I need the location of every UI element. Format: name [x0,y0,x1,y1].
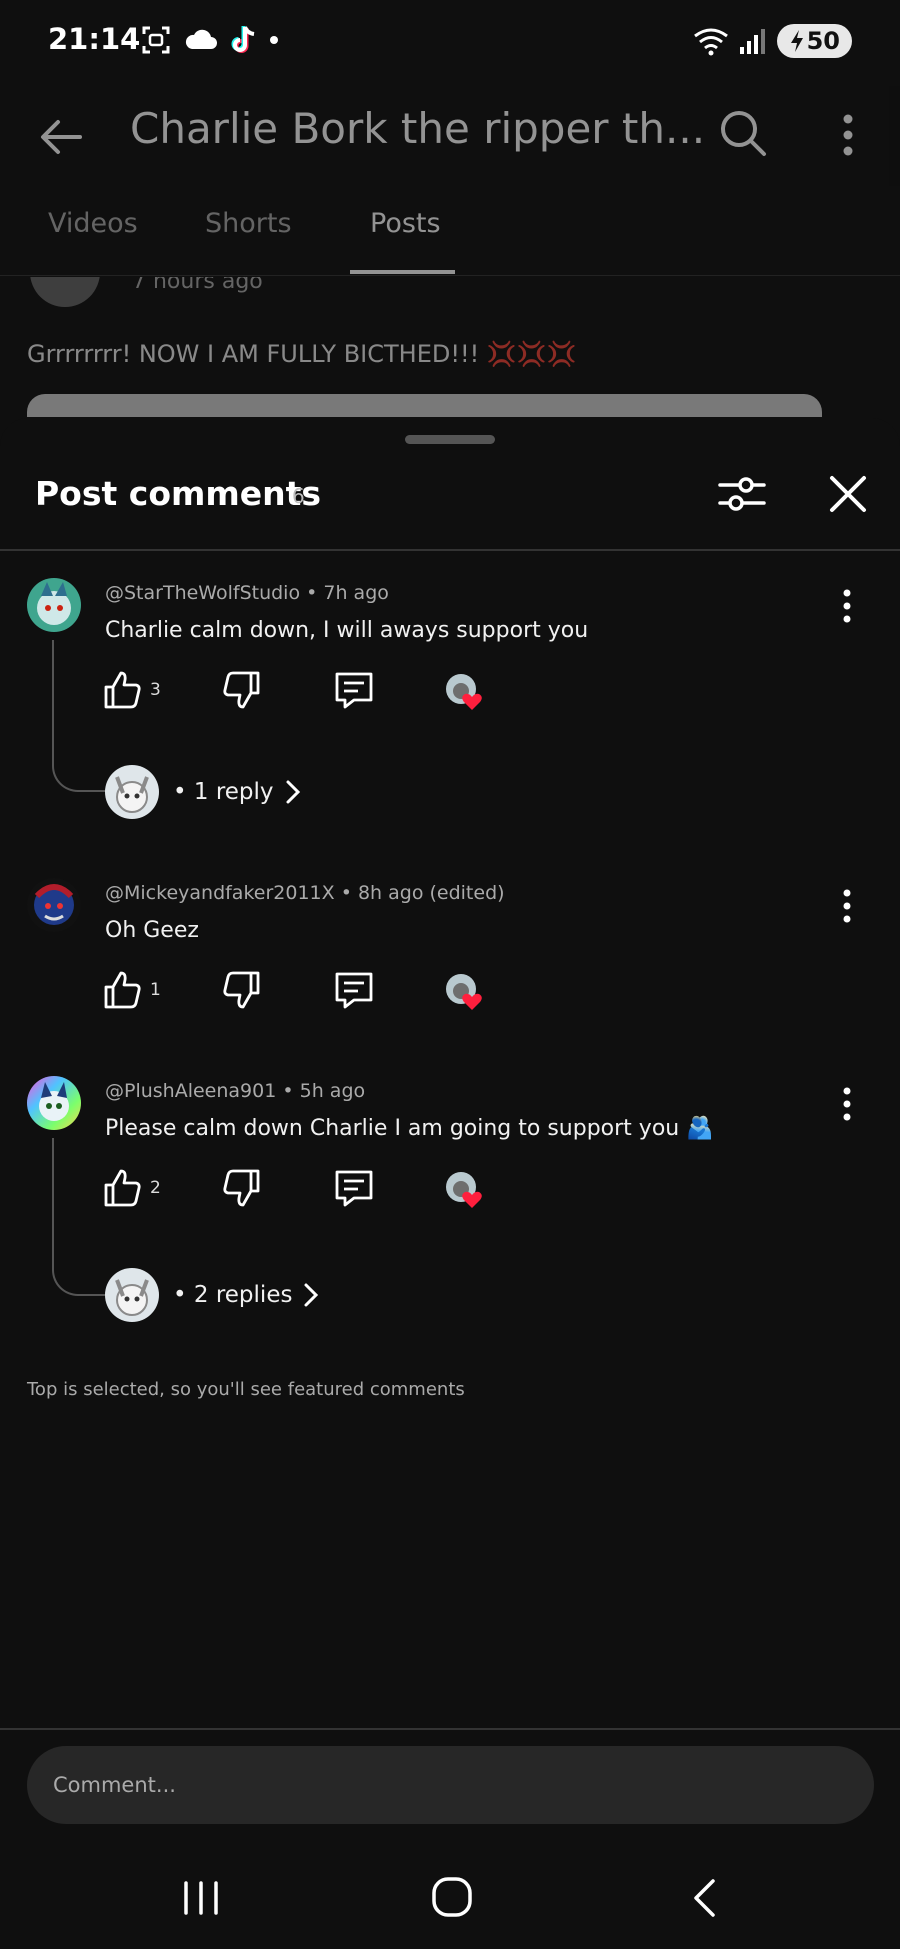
battery-icon: 50 [776,24,852,58]
avatar [105,765,159,819]
avatar-image [27,1076,81,1130]
like-icon[interactable] [100,968,144,1012]
sheet-title: Post comments [35,474,322,513]
comment-meta: @Mickeyandfaker2011X • 8h ago (edited) [105,882,505,904]
comment-actions: 3 [100,668,520,718]
system-nav-bar [0,1845,900,1949]
channel-title: Charlie Bork the ripper th... [130,104,706,153]
like-count: 1 [150,980,161,1000]
status-time: 21:14 [48,22,141,56]
avatar [105,1268,159,1322]
more-vertical-icon[interactable] [840,1086,854,1122]
status-icons-left [140,24,278,56]
comment-time: 7h ago [323,582,389,604]
replies-count: 1 reply [193,779,274,805]
replies-label: • 1 reply [173,779,274,805]
dislike-icon[interactable] [220,968,264,1012]
creator-heart-icon [446,674,482,710]
reply-icon[interactable] [332,968,376,1012]
more-vertical-icon[interactable] [840,588,854,624]
notification-dot-icon [270,36,278,44]
comment-actions: 1 [100,968,520,1018]
search-icon[interactable] [718,108,768,158]
view-replies-button[interactable]: • 1 reply [105,765,304,819]
comment-actions: 2 [100,1166,520,1216]
active-tab-indicator [350,270,455,274]
avatar[interactable] [27,878,81,932]
dislike-icon[interactable] [220,1166,264,1210]
comment-count: 6 [292,484,305,508]
charging-bolt-icon [790,30,803,52]
more-vertical-icon[interactable] [840,888,854,924]
tiktok-icon [231,26,255,53]
comment-time: 5h ago [299,1080,366,1102]
comment-text: Oh Geez [105,918,199,943]
comment-input[interactable] [27,1746,874,1824]
back-icon[interactable] [680,1875,730,1921]
replies-count: 2 replies [193,1282,293,1308]
thread-line [52,640,107,792]
post-preview: 7 hours ago Grrrrrrrr! NOW I AM FULLY BI… [0,277,900,417]
comment-text: Charlie calm down, I will aways support … [105,618,589,643]
cloud-icon [185,29,217,49]
input-divider [0,1728,900,1730]
avatar-image [27,578,81,632]
sheet-divider [0,549,900,551]
comment-author[interactable]: @PlushAleena901 [105,1080,276,1102]
like-count: 2 [150,1178,161,1198]
tab-shorts[interactable]: Shorts [205,208,292,239]
avatar[interactable] [27,1076,81,1130]
chevron-right-icon [304,1283,319,1307]
channel-tabs: Videos Shorts Posts [0,190,900,276]
comment-meta: @PlushAleena901 • 5h ago [105,1080,366,1102]
comment-meta: @StarTheWolfStudio • 7h ago [105,582,389,604]
thread-line [52,1138,107,1296]
creator-heart-icon [446,974,482,1010]
avatar-image [27,878,81,932]
reply-icon[interactable] [332,1166,376,1210]
avatar[interactable] [27,578,81,632]
dislike-icon[interactable] [220,668,264,712]
view-replies-button[interactable]: • 2 replies [105,1268,322,1322]
replies-label: • 2 replies [173,1282,293,1308]
comment-author[interactable]: @StarTheWolfStudio [105,582,300,604]
post-time: 7 hours ago [132,277,263,294]
more-vertical-icon[interactable] [836,110,860,160]
channel-avatar [30,277,100,307]
screenshot-icon [142,26,170,54]
like-count: 3 [150,680,161,700]
comment-text: Please calm down Charlie I am going to s… [105,1116,714,1141]
post-text: Grrrrrrrr! NOW I AM FULLY BICTHED!!! 💢💢💢 [27,340,577,368]
signal-icon [739,29,765,54]
close-icon[interactable] [826,472,870,516]
recent-apps-icon[interactable] [176,1875,226,1921]
home-icon[interactable] [428,1875,478,1921]
sort-filter-icon[interactable] [716,468,768,520]
status-bar: 21:14 50 [0,0,900,86]
reply-icon[interactable] [332,668,376,712]
post-image [27,394,822,417]
channel-header: Charlie Bork the ripper th... [0,86,900,186]
battery-level: 50 [806,27,840,55]
tab-videos[interactable]: Videos [48,208,138,239]
creator-heart-icon [446,1172,482,1208]
status-icons-right: 50 [693,24,852,58]
chevron-right-icon [286,780,300,804]
sort-note: Top is selected, so you'll see featured … [27,1379,465,1400]
drag-handle[interactable] [405,435,495,444]
tab-posts[interactable]: Posts [370,208,441,239]
comments-sheet: Post comments 6 @StarTheWolfStudio • 7h … [0,418,900,1949]
comment-time: 8h ago (edited) [357,882,505,904]
back-arrow-icon[interactable] [38,114,84,160]
wifi-icon [693,28,728,56]
comment-author[interactable]: @Mickeyandfaker2011X [105,882,335,904]
